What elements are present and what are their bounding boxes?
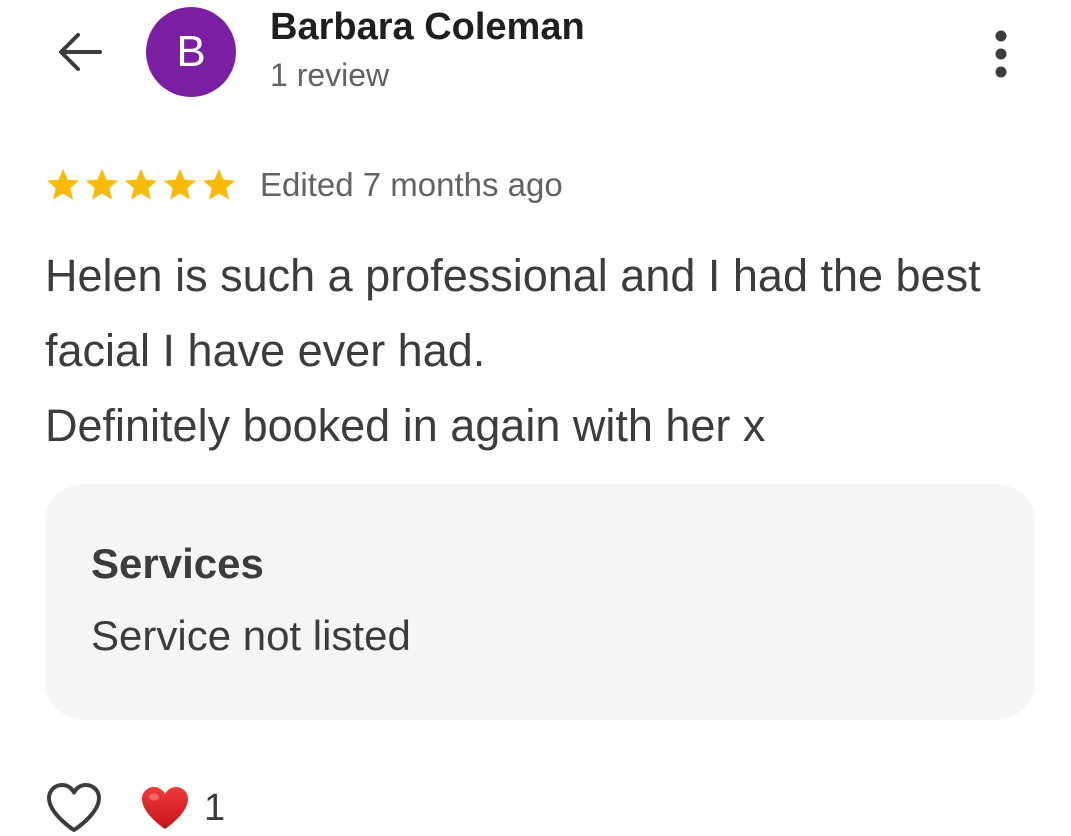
red-heart-icon [142,787,188,829]
services-value: Service not listed [91,612,411,659]
reaction-count[interactable]: 1 [140,785,225,831]
review-text-paragraph: Helen is such a professional and I had t… [45,250,981,376]
arrow-left-icon [59,33,102,71]
star-icon [202,168,236,200]
reactions-row: 1 [44,780,225,836]
heart-outline-icon [47,783,101,832]
reaction-count-value: 1 [204,787,226,829]
rating-row: Edited 7 months ago [44,160,563,210]
star-icon [163,168,197,200]
star-icon [46,168,80,200]
review-text-paragraph: Definitely booked in again with her x [45,400,766,451]
review-count: 1 review [270,57,390,93]
star-icon [85,168,119,200]
avatar-letter: B [176,27,206,76]
more-options-button[interactable] [976,22,1026,86]
services-card: Services Service not listed [45,484,1035,720]
review-detail-screen: B Barbara Coleman 1 review Edited 7 mont… [0,0,1071,836]
like-button[interactable] [44,780,104,836]
back-button[interactable] [46,22,114,82]
avatar[interactable]: B [146,7,236,97]
reviewer-name[interactable]: Barbara Coleman [270,6,585,49]
star-icon [124,168,158,200]
more-vertical-icon [995,30,1007,78]
edited-timestamp: Edited 7 months ago [260,166,563,203]
review-text: Helen is such a professional and I had t… [45,238,1035,463]
star-rating [44,166,238,204]
review-header: B Barbara Coleman 1 review [0,0,1071,110]
services-title: Services [91,540,264,587]
